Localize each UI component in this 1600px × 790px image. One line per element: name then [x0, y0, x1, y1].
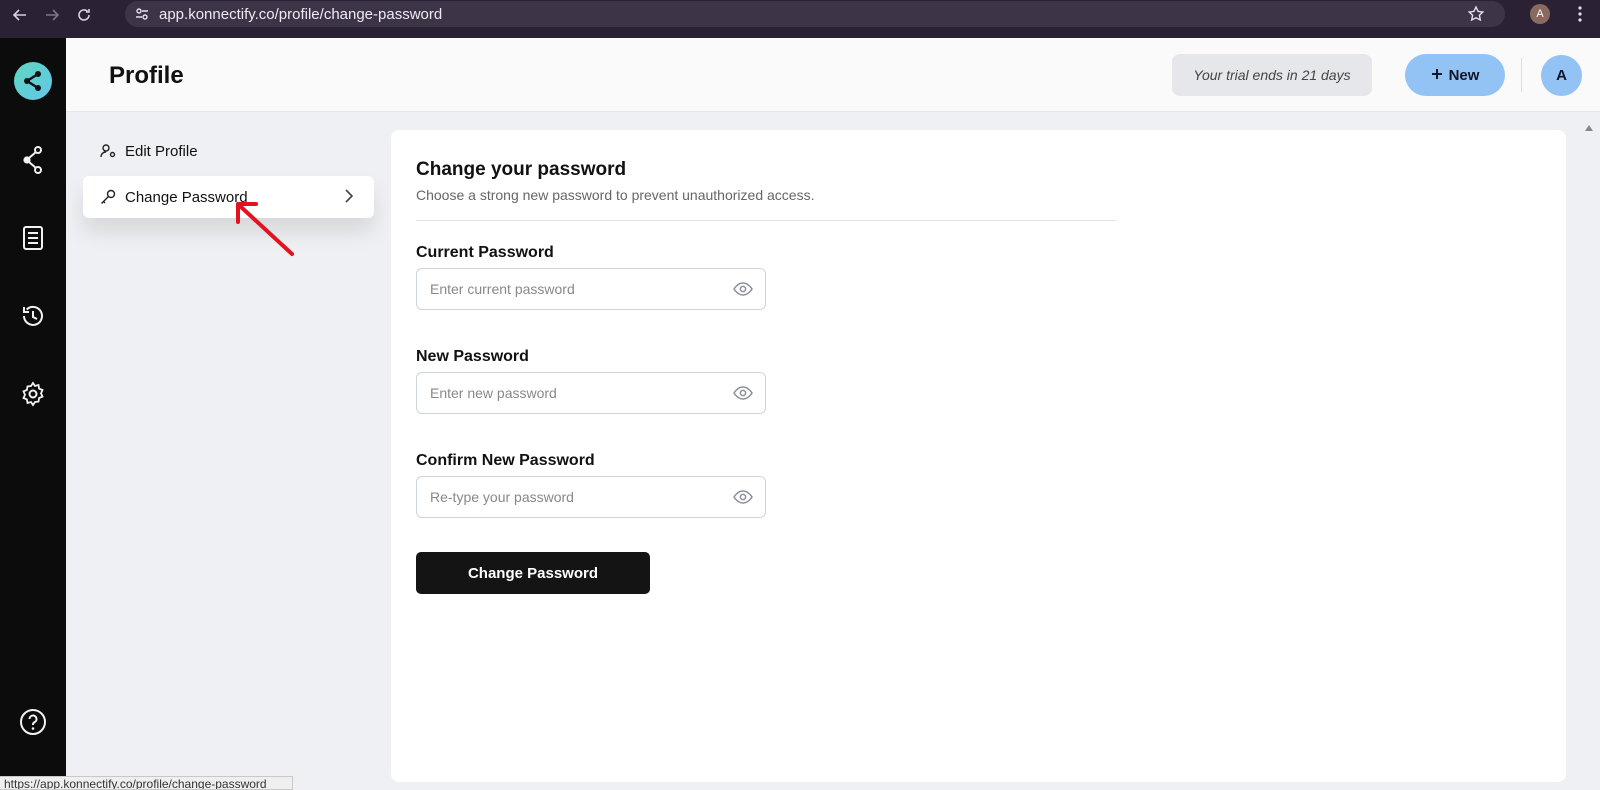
current-password-input[interactable]: [430, 270, 730, 308]
help-icon[interactable]: [18, 707, 48, 737]
bookmark-star-icon[interactable]: [1467, 5, 1485, 28]
show-password-eye-icon[interactable]: [733, 488, 753, 511]
profile-nav-change-password[interactable]: Change Password: [83, 176, 374, 218]
form-subtitle: Choose a strong new password to prevent …: [416, 187, 815, 203]
back-icon[interactable]: [8, 3, 32, 27]
konnectify-logo[interactable]: [14, 62, 52, 100]
profile-nav-edit-profile[interactable]: Edit Profile: [83, 130, 374, 172]
document-icon[interactable]: [18, 223, 48, 253]
divider: [416, 220, 1116, 221]
current-password-field: [416, 268, 766, 310]
browser-menu-icon[interactable]: [1570, 4, 1590, 24]
link-preview-status: https://app.konnectify.co/profile/change…: [0, 776, 293, 790]
reload-icon[interactable]: [72, 3, 96, 27]
new-password-input[interactable]: [430, 374, 730, 412]
show-password-eye-icon[interactable]: [733, 384, 753, 407]
new-password-label: New Password: [416, 348, 529, 365]
integrations-icon[interactable]: [18, 145, 48, 175]
form-title: Change your password: [416, 159, 627, 180]
plus-icon: [1431, 67, 1443, 84]
user-edit-icon: [99, 142, 117, 160]
browser-toolbar: app.konnectify.co/profile/change-passwor…: [0, 0, 1600, 29]
new-button-label: New: [1448, 66, 1480, 84]
current-password-label: Current Password: [416, 244, 554, 261]
address-bar[interactable]: app.konnectify.co/profile/change-passwor…: [125, 1, 1505, 27]
key-icon: [99, 188, 117, 206]
browser-tab-strip: [0, 29, 1600, 38]
annotation-arrow-icon: [236, 202, 294, 256]
scroll-up-arrow-icon[interactable]: [1585, 118, 1593, 131]
app-sidebar: [0, 38, 66, 790]
address-bar-url: app.konnectify.co/profile/change-passwor…: [159, 5, 443, 23]
profile-nav-label: Change Password: [125, 188, 248, 206]
history-icon[interactable]: [18, 301, 48, 331]
confirm-password-field: [416, 476, 766, 518]
profile-nav: Edit Profile Change Password: [83, 130, 374, 218]
user-avatar[interactable]: A: [1541, 55, 1582, 96]
header-divider: [1521, 58, 1522, 92]
chevron-right-icon: [344, 188, 354, 208]
site-settings-icon[interactable]: [127, 1, 157, 27]
change-password-button[interactable]: Change Password: [416, 552, 650, 594]
new-button[interactable]: New: [1405, 54, 1505, 96]
browser-profile-avatar[interactable]: A: [1530, 4, 1550, 24]
page-header: Profile Your trial ends in 21 days New A: [66, 38, 1600, 112]
settings-gear-icon[interactable]: [18, 379, 48, 409]
forward-icon[interactable]: [40, 3, 64, 27]
change-password-card: Change your password Choose a strong new…: [391, 130, 1566, 782]
new-password-field: [416, 372, 766, 414]
page-title: Profile: [109, 62, 184, 89]
trial-badge: Your trial ends in 21 days: [1172, 54, 1372, 96]
confirm-password-label: Confirm New Password: [416, 452, 595, 469]
profile-nav-label: Edit Profile: [125, 142, 198, 160]
show-password-eye-icon[interactable]: [733, 280, 753, 303]
confirm-password-input[interactable]: [430, 478, 730, 516]
